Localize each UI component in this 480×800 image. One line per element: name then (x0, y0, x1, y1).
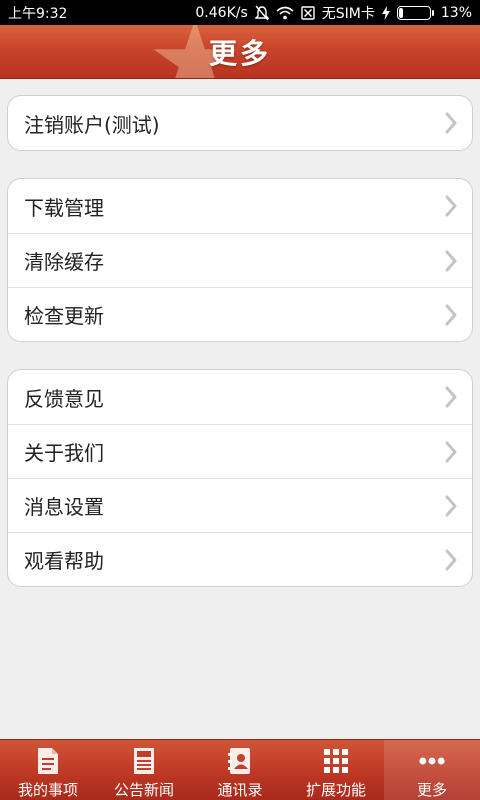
battery-icon (396, 5, 434, 20)
newspaper-icon (131, 747, 157, 775)
chevron-right-icon (445, 250, 457, 271)
menu-item-message-settings[interactable]: 消息设置 (8, 478, 472, 532)
wifi-icon (276, 6, 294, 20)
app-management-group: 下载管理 清除缓存 检查更新 (7, 178, 473, 342)
menu-item-label: 清除缓存 (24, 250, 104, 274)
no-sim-icon (301, 5, 315, 20)
grid-icon (323, 747, 349, 775)
contacts-icon (227, 747, 253, 775)
battery-percent: 13% (440, 4, 472, 21)
charging-bolt-icon (381, 5, 390, 20)
sim-status: 无SIM卡 (321, 5, 375, 22)
chevron-right-icon (445, 195, 457, 217)
more-dots-icon (419, 747, 445, 775)
nav-label: 公告新闻 (113, 781, 174, 799)
menu-item-help[interactable]: 观看帮助 (8, 532, 472, 586)
bottom-nav: 我的事项 公告新闻 通讯录 扩展功能 更多 (0, 739, 480, 800)
chevron-right-icon (445, 495, 457, 516)
nav-extensions[interactable]: 扩展功能 (288, 740, 384, 800)
nav-my-tasks[interactable]: 我的事项 (0, 740, 96, 800)
mute-bell-icon (254, 5, 269, 21)
page-title: 更多 (208, 37, 271, 70)
chevron-right-icon (445, 304, 457, 325)
menu-item-label: 观看帮助 (24, 549, 104, 573)
menu-item-logout[interactable]: 注销账户(测试) (8, 96, 472, 150)
title-bar: 更多 (0, 25, 480, 79)
menu-item-check-update[interactable]: 检查更新 (8, 287, 472, 341)
status-bar: 上午9:32 0.46K/s 无SIM卡 13% (0, 0, 480, 25)
nav-announcements[interactable]: 公告新闻 (96, 740, 192, 800)
chevron-right-icon (445, 386, 457, 408)
menu-item-clear-cache[interactable]: 清除缓存 (8, 233, 472, 287)
menu-item-download-management[interactable]: 下载管理 (8, 179, 472, 233)
account-group: 注销账户(测试) (7, 95, 473, 151)
nav-label: 我的事项 (17, 781, 78, 799)
menu-item-label: 反馈意见 (24, 386, 104, 411)
network-speed: 0.46K/s (195, 4, 248, 21)
menu-item-label: 检查更新 (24, 304, 104, 328)
chevron-right-icon (445, 441, 457, 462)
status-time: 上午9:32 (8, 5, 68, 22)
menu-item-label: 注销账户(测试) (24, 112, 160, 137)
menu-item-feedback[interactable]: 反馈意见 (8, 370, 472, 424)
chevron-right-icon (445, 112, 457, 134)
nav-contacts[interactable]: 通讯录 (192, 740, 288, 800)
info-group: 反馈意见 关于我们 消息设置 观看帮助 (7, 369, 473, 587)
nav-label: 通讯录 (217, 781, 263, 799)
menu-item-label: 消息设置 (24, 495, 104, 519)
nav-label: 扩展功能 (305, 781, 366, 799)
chevron-right-icon (445, 549, 457, 570)
nav-label: 更多 (416, 781, 447, 799)
menu-item-about-us[interactable]: 关于我们 (8, 424, 472, 478)
nav-more[interactable]: 更多 (384, 740, 480, 800)
menu-item-label: 关于我们 (24, 441, 104, 465)
menu-item-label: 下载管理 (24, 195, 104, 220)
document-icon (35, 747, 61, 775)
